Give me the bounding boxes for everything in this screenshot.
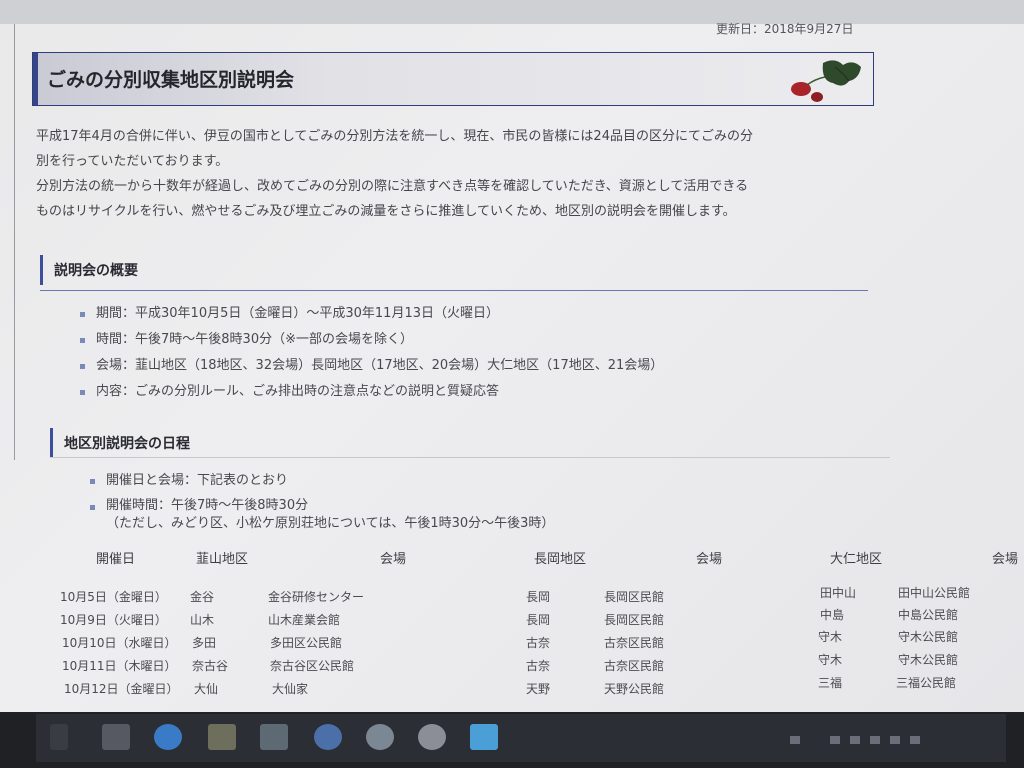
intro-line: 別を行っていただいております。 — [36, 154, 229, 169]
update-date: 更新日：2018年9月27日 — [716, 22, 854, 36]
table-cell: 三福公民館 — [896, 676, 957, 690]
edge-icon[interactable] — [154, 724, 182, 750]
list-item: 開催日と会場：下記表のとおり — [86, 471, 554, 497]
overview-heading: 説明会の概要 — [54, 263, 138, 279]
intro-line: 分別方法の統一から十数年が経過し、改めてごみの分別の際に注意すべき点等を確認して… — [36, 179, 749, 194]
intro-text: 平成17年4月の合併に伴い、伊豆の国市としてごみの分別方法を統一し、現在、市民の… — [36, 124, 866, 224]
table-header: 会場 — [380, 552, 407, 567]
table-header: 開催日 — [96, 552, 136, 567]
table-cell: 守木公民館 — [898, 630, 959, 644]
keyboard-icon[interactable] — [910, 736, 920, 744]
table-cell: 古奈区民館 — [604, 659, 665, 673]
table-header: 長岡地区 — [534, 552, 587, 567]
camera-icon[interactable] — [418, 724, 446, 750]
table-cell: 天野公民館 — [604, 682, 665, 696]
table-cell: 古奈 — [526, 659, 551, 673]
page-left-border — [14, 24, 15, 460]
table-cell: 天野 — [526, 682, 551, 696]
table-cell: 守木公民館 — [898, 653, 959, 667]
table-cell: 10月10日（水曜日） — [62, 636, 177, 650]
title-accent-bar — [33, 53, 38, 105]
section-accent-bar — [40, 255, 43, 285]
store-icon[interactable] — [314, 724, 342, 750]
mail-icon[interactable] — [102, 724, 130, 750]
chevron-up-icon[interactable] — [830, 736, 840, 744]
table-cell: 三福 — [818, 676, 843, 690]
table-cell: 長岡区民館 — [604, 613, 665, 627]
table-cell: 10月12日（金曜日） — [64, 682, 179, 696]
table-cell: 多田 — [192, 636, 217, 650]
intro-line: ものはリサイクルを行い、燃やせるごみ及び埋立ごみの減量をさらに推進していくため、… — [36, 204, 736, 219]
explorer-icon[interactable] — [208, 724, 236, 750]
battery-icon[interactable] — [850, 736, 860, 744]
list-item: 会場：韮山地区（18地区、32会場）長岡地区（17地区、20会場）大仁地区（17… — [76, 356, 663, 382]
table-cell: 山木 — [190, 613, 215, 627]
schedule-section-header: 地区別説明会の日程 — [50, 428, 890, 458]
table-cell: 長岡 — [526, 590, 551, 604]
schedule-list: 開催日と会場：下記表のとおり 開催時間：午後7時～午後8時30分 （ただし、みど… — [86, 471, 554, 541]
list-item-text: 開催時間：午後7時～午後8時30分 — [106, 498, 309, 513]
table-header: 会場 — [992, 552, 1019, 567]
list-item: 時間：午後7時～午後8時30分（※一部の会場を除く） — [76, 330, 663, 356]
page-title: ごみの分別収集地区別説明会 — [47, 69, 295, 91]
table-cell: 守木 — [818, 653, 843, 667]
table-cell: 長岡 — [526, 613, 551, 627]
table-cell: 山木産業会館 — [268, 613, 341, 627]
section-underline — [40, 290, 868, 291]
table-cell: 多田区公民館 — [270, 636, 343, 650]
list-item: 期間：平成30年10月5日（金曜日）～平成30年11月13日（火曜日） — [76, 304, 663, 330]
table-cell: 金谷 — [190, 590, 215, 604]
table-cell: 中島公民館 — [898, 608, 959, 622]
table-header: 大仁地区 — [830, 552, 883, 567]
table-cell: 中島 — [820, 608, 845, 622]
table-cell: 金谷研修センター — [268, 590, 365, 604]
table-cell: 10月5日（金曜日） — [60, 590, 167, 604]
strawberry-icon — [791, 60, 861, 102]
intro-line: 平成17年4月の合併に伴い、伊豆の国市としてごみの分別方法を統一し、現在、市民の… — [36, 129, 753, 144]
list-item: 開催時間：午後7時～午後8時30分 （ただし、みどり区、小松ケ原別荘地については… — [86, 497, 554, 541]
table-cell: 古奈 — [526, 636, 551, 650]
start-icon[interactable] — [50, 724, 68, 750]
volume-icon[interactable] — [890, 736, 900, 744]
list-item: 内容：ごみの分別ルール、ごみ排出時の注意点などの説明と質疑応答 — [76, 382, 663, 408]
section-underline — [50, 457, 890, 458]
page-title-box: ごみの分別収集地区別説明会 — [32, 52, 874, 106]
table-cell: 古奈区民館 — [604, 636, 665, 650]
table-cell: 守木 — [818, 630, 843, 644]
photos-icon[interactable] — [470, 724, 498, 750]
section-accent-bar — [50, 428, 53, 458]
table-header: 韮山地区 — [196, 552, 249, 567]
taskbar — [0, 712, 1024, 768]
table-cell: 10月11日（木曜日） — [62, 659, 177, 673]
app-icon[interactable] — [260, 724, 288, 750]
schedule-note: （ただし、みどり区、小松ケ原別荘地については、午後1時30分～午後3時） — [106, 516, 555, 531]
table-header: 会場 — [696, 552, 723, 567]
tray-icon[interactable] — [790, 736, 800, 744]
table-cell: 田中山公民館 — [898, 586, 971, 600]
chat-icon[interactable] — [366, 724, 394, 750]
table-cell: 大仙家 — [272, 682, 309, 696]
table-cell: 大仙 — [194, 682, 219, 696]
table-cell: 奈古谷 — [192, 659, 229, 673]
network-icon[interactable] — [870, 736, 880, 744]
schedule-heading: 地区別説明会の日程 — [64, 436, 190, 452]
overview-list: 期間：平成30年10月5日（金曜日）～平成30年11月13日（火曜日） 時間：午… — [76, 304, 663, 408]
browser-viewport: 更新日：2018年9月27日 ごみの分別収集地区別説明会 平成17年4月の合併に… — [0, 0, 1024, 712]
table-cell: 奈古谷区公民館 — [270, 659, 355, 673]
overview-section-header: 説明会の概要 — [40, 255, 868, 291]
table-cell: 田中山 — [820, 586, 857, 600]
table-cell: 長岡区民館 — [604, 590, 665, 604]
browser-top-edge — [0, 0, 1024, 24]
table-cell: 10月9日（火曜日） — [60, 613, 167, 627]
